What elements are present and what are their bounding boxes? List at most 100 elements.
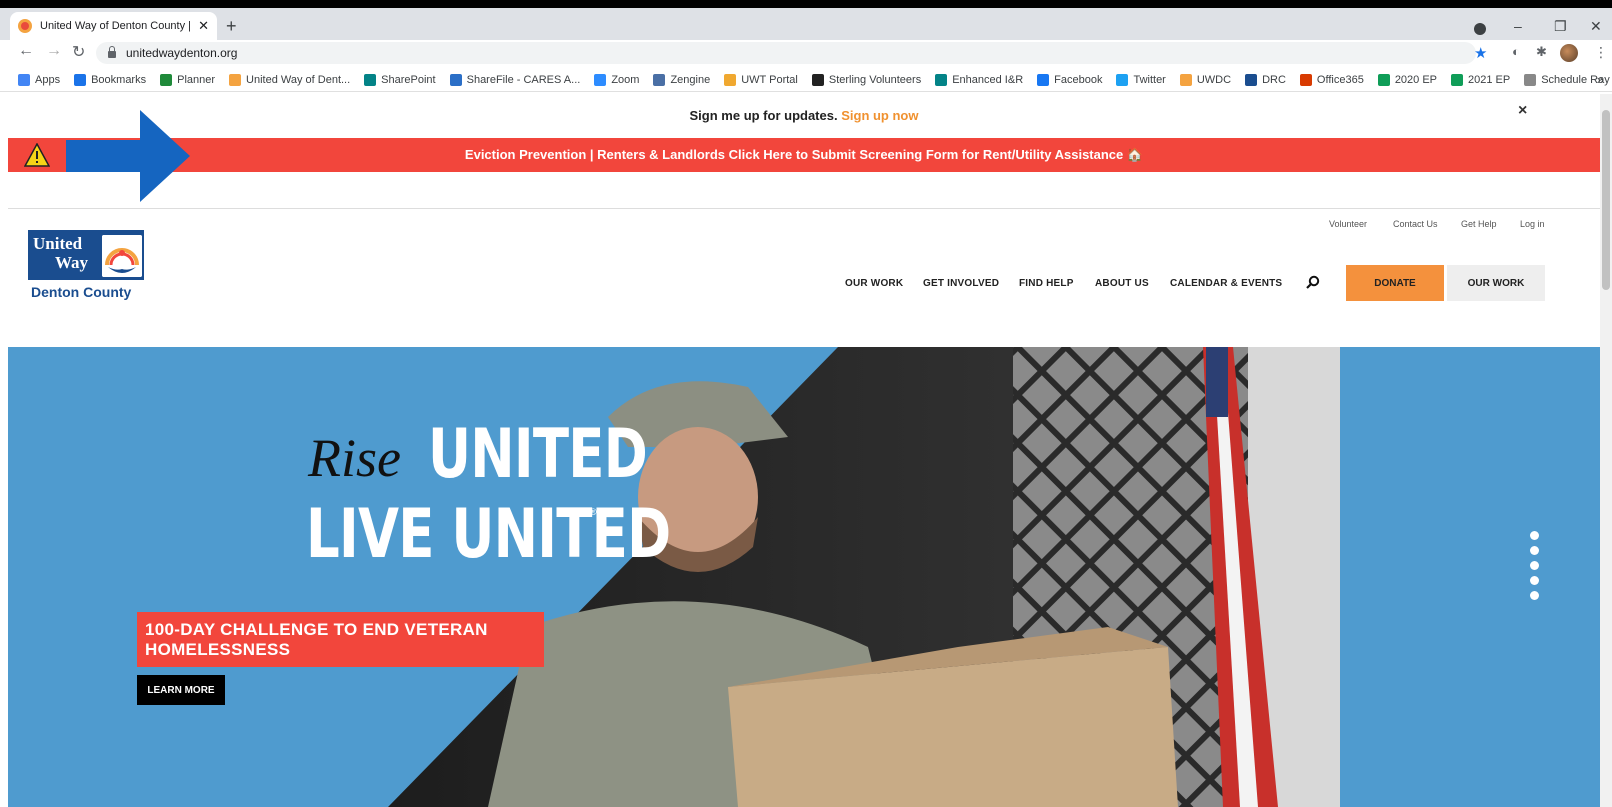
- tab-title: United Way of Denton County |: [40, 20, 192, 32]
- bookmark-item[interactable]: Planner: [160, 73, 216, 86]
- carousel-dot[interactable]: [1530, 576, 1539, 585]
- bookmark-label: DRC: [1262, 73, 1286, 86]
- bookmark-favicon-icon: [160, 73, 173, 86]
- bookmark-label: Facebook: [1054, 73, 1103, 86]
- bookmark-star-icon[interactable]: ★: [1474, 44, 1487, 62]
- address-bar[interactable]: unitedwaydenton.org: [96, 42, 1476, 64]
- header-divider: [8, 208, 1600, 209]
- bookmark-favicon-icon: [1299, 73, 1312, 86]
- carousel-dot[interactable]: [1530, 546, 1539, 555]
- nav-about-us[interactable]: ABOUT US: [1095, 278, 1149, 289]
- lock-icon: [108, 45, 116, 58]
- donate-button[interactable]: DONATE: [1346, 265, 1444, 301]
- utility-link-contact-us[interactable]: Contact Us: [1393, 219, 1438, 229]
- bookmark-favicon-icon: [1451, 73, 1464, 86]
- bookmarks-bar: Apps Bookmarks Planner United Way of Dent..…: [0, 68, 1612, 92]
- veteran-soldier-photo: [388, 347, 1340, 807]
- scrollbar-thumb[interactable]: [1602, 110, 1610, 290]
- restore-icon[interactable]: ❐: [1554, 18, 1567, 35]
- bookmarks-overflow-icon[interactable]: »: [1597, 72, 1604, 87]
- bookmark-favicon-icon: [1524, 73, 1537, 86]
- united-way-emblem-icon: [102, 235, 142, 277]
- bookmark-label: Zoom: [611, 73, 640, 86]
- browser-tab[interactable]: United Way of Denton County | ✕: [10, 12, 217, 40]
- eviction-alert-bar[interactable]: Eviction Prevention | Renters & Landlord…: [8, 138, 1600, 172]
- browser-profile-icon[interactable]: [1474, 23, 1486, 35]
- carousel-dots: [1530, 531, 1539, 606]
- close-tab-icon[interactable]: ✕: [198, 18, 209, 34]
- utility-link-volunteer[interactable]: Volunteer: [1329, 219, 1367, 229]
- bookmark-item[interactable]: Enhanced I&R: [935, 73, 1023, 86]
- hero-united-text: UNITED: [428, 415, 648, 494]
- bookmark-item[interactable]: UWDC: [1179, 73, 1231, 86]
- bookmark-favicon-icon: [449, 73, 462, 86]
- bookmark-item[interactable]: SharePoint: [364, 73, 436, 86]
- omnibar: ← → ↻ unitedwaydenton.org: [0, 40, 1612, 66]
- extensions-puzzle-icon[interactable]: ✱: [1536, 44, 1547, 60]
- reload-icon[interactable]: ↻: [72, 42, 85, 62]
- bookmark-label: Bookmarks: [91, 73, 147, 86]
- minimize-icon[interactable]: –: [1514, 18, 1522, 34]
- bookmark-item[interactable]: Office365: [1299, 73, 1364, 86]
- signup-link[interactable]: Sign up now: [841, 108, 918, 123]
- hero-callout: 100-DAY CHALLENGE TO END VETERAN HOMELES…: [137, 612, 544, 667]
- united-way-logo[interactable]: United Way Denton County: [28, 230, 146, 302]
- logo-box: United Way: [28, 230, 144, 280]
- logo-word-united: United: [33, 234, 83, 253]
- bookmark-label: Sterling Volunteers: [828, 73, 922, 86]
- signup-text: Sign me up for updates.: [689, 108, 838, 123]
- carousel-dot[interactable]: [1530, 561, 1539, 570]
- bookmark-label: Twitter: [1133, 73, 1166, 86]
- nav-calendar-events[interactable]: CALENDAR & EVENTS: [1170, 278, 1282, 289]
- extension-circle-icon[interactable]: ◐: [1512, 44, 1520, 59]
- bookmark-item[interactable]: ShareFile - CARES A...: [449, 73, 580, 86]
- bookmark-favicon-icon: [1245, 73, 1258, 86]
- bookmark-item[interactable]: Zengine: [653, 73, 710, 86]
- nav-get-involved[interactable]: GET INVOLVED: [923, 278, 999, 289]
- hero-rise-text: Rise: [308, 428, 401, 488]
- eviction-alert-text[interactable]: Eviction Prevention | Renters & Landlord…: [8, 147, 1600, 163]
- bookmark-item[interactable]: Zoom: [594, 73, 640, 86]
- browser-menu-icon[interactable]: ⋮: [1594, 44, 1608, 61]
- search-icon[interactable]: [1306, 275, 1320, 289]
- utility-link-get-help[interactable]: Get Help: [1461, 219, 1497, 229]
- close-window-icon[interactable]: ✕: [1590, 18, 1602, 35]
- tab-strip: United Way of Denton County | ✕ + – ❐ ✕: [0, 8, 1612, 40]
- bookmark-label: Apps: [35, 73, 61, 86]
- bookmark-label: Planner: [177, 73, 216, 86]
- blue-arrow-icon: [66, 110, 190, 202]
- bookmark-item[interactable]: 2020 EP: [1377, 73, 1438, 86]
- nav-our-work[interactable]: OUR WORK: [845, 278, 903, 289]
- bookmark-label: UWT Portal: [741, 73, 798, 86]
- bookmark-item[interactable]: United Way of Dent...: [229, 73, 350, 86]
- nav-find-help[interactable]: FIND HELP: [1019, 278, 1074, 289]
- bookmark-item[interactable]: Apps: [18, 73, 61, 86]
- bookmark-item[interactable]: Sterling Volunteers: [811, 73, 922, 86]
- carousel-dot[interactable]: [1530, 591, 1539, 600]
- bookmark-label: 2021 EP: [1468, 73, 1511, 86]
- bookmark-label: Office365: [1316, 73, 1364, 86]
- bookmark-item[interactable]: 2021 EP: [1451, 73, 1511, 86]
- bookmark-label: 2020 EP: [1394, 73, 1438, 86]
- bookmark-item[interactable]: Twitter: [1116, 73, 1166, 86]
- bookmark-favicon-icon: [1037, 73, 1050, 86]
- hero-carousel: Rise UNITED LIVE UNITED ® 100-DAY CHALLE…: [8, 347, 1600, 807]
- carousel-dot[interactable]: [1530, 531, 1539, 540]
- profile-avatar[interactable]: [1560, 44, 1578, 62]
- bookmark-favicon-icon: [364, 73, 377, 86]
- learn-more-button[interactable]: LEARN MORE: [137, 675, 225, 705]
- close-banner-icon[interactable]: ×: [1518, 102, 1527, 120]
- our-work-button[interactable]: OUR WORK: [1447, 265, 1545, 301]
- utility-link-log-in[interactable]: Log in: [1520, 219, 1545, 229]
- bookmark-item[interactable]: Bookmarks: [74, 73, 147, 86]
- bookmark-favicon-icon: [229, 73, 242, 86]
- forward-icon[interactable]: →: [46, 42, 62, 60]
- bookmark-item[interactable]: UWT Portal: [724, 73, 798, 86]
- back-icon[interactable]: ←: [18, 42, 34, 60]
- signup-banner: Sign me up for updates. Sign up now: [8, 108, 1600, 123]
- bookmark-item[interactable]: DRC: [1245, 73, 1286, 86]
- bookmark-item[interactable]: Facebook: [1037, 73, 1103, 86]
- new-tab-icon[interactable]: +: [226, 16, 237, 37]
- bookmark-favicon-icon: [935, 73, 948, 86]
- web-page: Sign me up for updates. Sign up now × Ev…: [8, 94, 1600, 807]
